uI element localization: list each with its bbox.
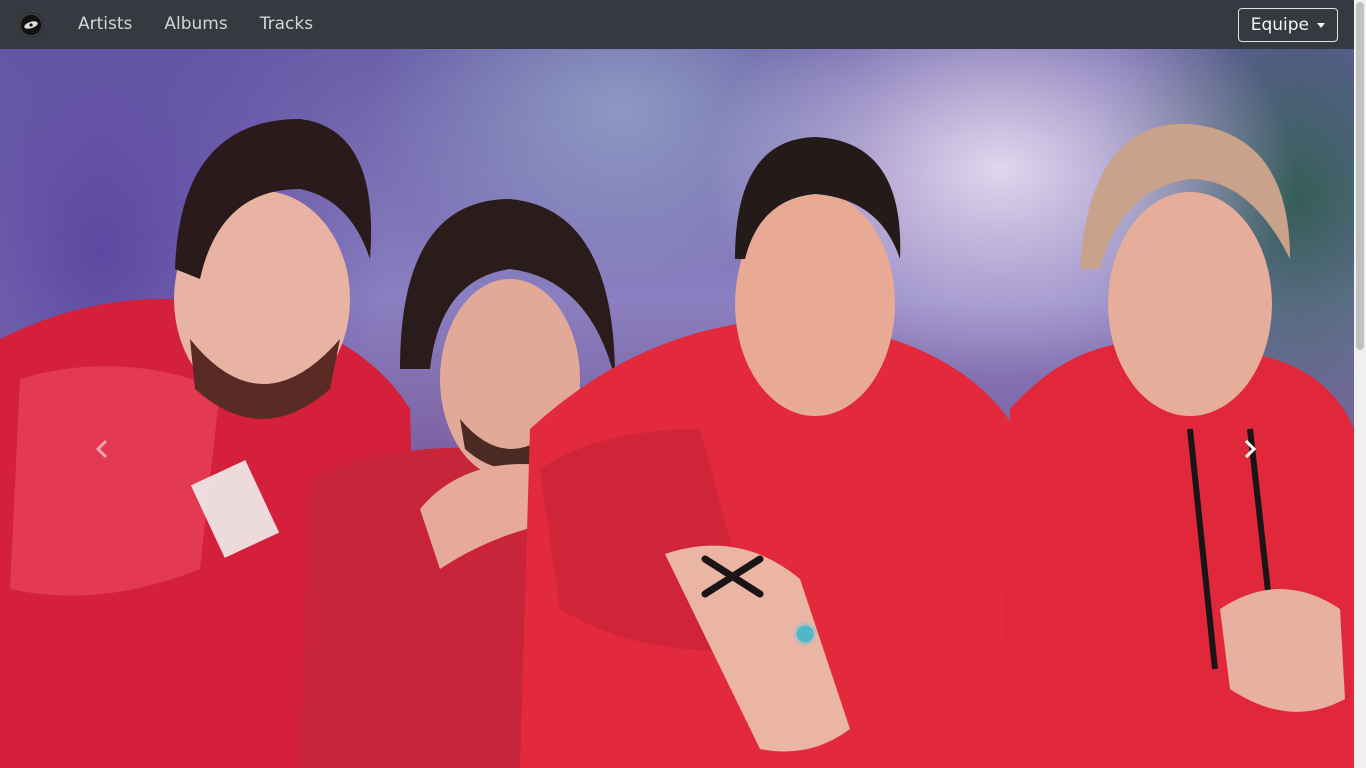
hero-slide-image: [0, 49, 1354, 768]
navbar: Artists Albums Tracks Equipe: [0, 0, 1354, 49]
nav-link-artists[interactable]: Artists: [78, 0, 148, 49]
scrollbar-thumb[interactable]: [1356, 2, 1364, 350]
brand-logo[interactable]: [16, 10, 46, 40]
hero-carousel: [0, 49, 1354, 768]
chevron-left-icon: [95, 439, 108, 459]
nav-link-albums[interactable]: Albums: [148, 0, 243, 49]
team-dropdown-label: Equipe: [1250, 14, 1309, 35]
nav-links: Artists Albums Tracks: [78, 0, 329, 49]
page: Artists Albums Tracks Equipe: [0, 0, 1366, 768]
page-scrollbar[interactable]: [1354, 0, 1366, 768]
caret-down-icon: [1317, 23, 1325, 28]
team-dropdown-button[interactable]: Equipe: [1237, 7, 1338, 42]
disc-logo-icon: [19, 12, 43, 37]
carousel-next-button[interactable]: [1230, 429, 1270, 469]
carousel-prev-button[interactable]: [82, 429, 122, 469]
band-photo-illustration: [0, 119, 1354, 768]
nav-link-tracks[interactable]: Tracks: [244, 0, 329, 49]
chevron-right-icon: [1244, 439, 1257, 459]
